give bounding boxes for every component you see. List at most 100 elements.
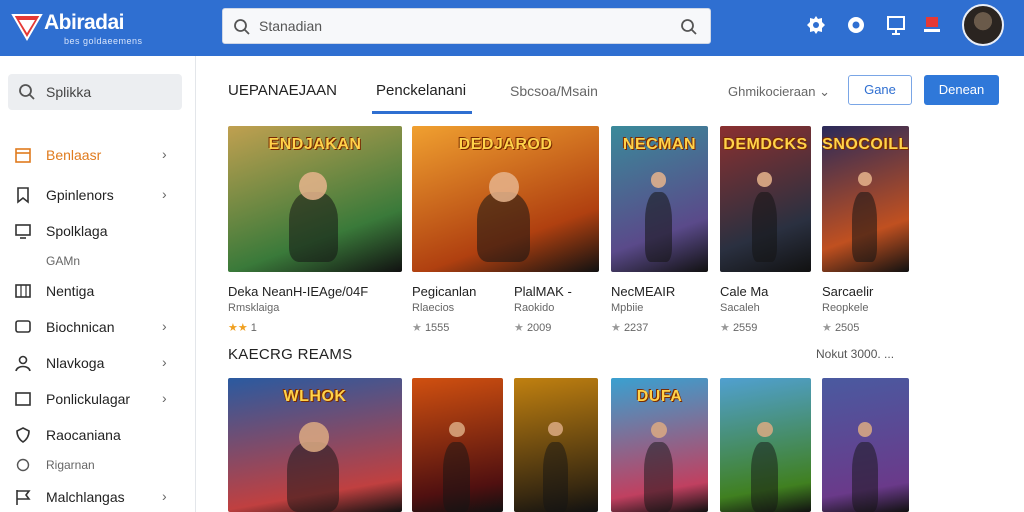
game-rating: ★ 2009 [514,321,551,334]
star-icon: ★ [822,322,832,334]
tab-2[interactable]: Sbcsoa/Msain [510,83,598,99]
character-head [757,422,773,438]
game-card-thumbnail[interactable] [720,378,811,512]
game-title[interactable]: Cale Ma [720,284,768,299]
game-title[interactable]: Deka NeanH-IEAge/04F [228,284,368,299]
chevron-right-icon: › [162,390,167,406]
chevron-right-icon: › [162,146,167,162]
sidebar-item-label: Gpinlenors [46,187,114,203]
game-title[interactable]: Sarcaelir [822,284,873,299]
settings-icon[interactable] [844,13,868,37]
search-submit-icon[interactable] [680,18,698,36]
character-head [488,172,519,202]
sidebar-item-5[interactable]: Nlavkoga › [0,348,190,378]
sidebar-item-7[interactable]: Raocaniana [0,420,190,450]
sidebar-item-label: Ponlickulagar [46,391,131,407]
game-rating: ★ 2237 [611,321,648,334]
character-figure [644,192,673,262]
star-icon: ★ [611,322,621,334]
chevron-right-icon: › [162,186,167,202]
game-card-thumbnail[interactable] [514,378,598,512]
primary-button[interactable]: Denean [924,75,999,105]
sidebar-subitem[interactable]: Rigarnan [46,458,95,472]
sidebar-item-2[interactable]: Spolklaga [0,216,190,246]
search-bar[interactable]: Stanadian [222,8,711,44]
game-card-thumbnail[interactable] [822,378,909,512]
sidebar-item-6[interactable]: Ponlickulagar › [0,384,190,414]
search-icon [234,19,250,35]
app-logo-icon[interactable] [10,9,44,43]
game-rating: ★ 2505 [822,321,859,334]
rating-value: 2505 [834,322,860,334]
notification-icon[interactable] [920,13,944,37]
game-logo: DUFA [636,388,683,405]
avatar[interactable] [962,4,1004,46]
game-card-thumbnail[interactable]: SNOCOILL [822,126,909,272]
character-head [299,422,329,452]
see-all-link[interactable]: Nokut 3000. ... [816,347,894,361]
search-icon [19,84,35,100]
sidebar-subitem[interactable]: GAMn [46,254,80,268]
game-card-thumbnail[interactable]: ENDJAKAN [228,126,402,272]
sidebar-item-8[interactable]: Malchlangas › [0,482,190,512]
app-subtitle: bes goldaeemens [64,36,143,46]
sidebar-item-3[interactable]: Nentiga [0,276,190,306]
section-title: KAECRG REAMS [228,346,353,363]
character-figure [287,442,340,512]
gear-icon[interactable] [804,13,828,37]
character-head [548,422,563,437]
game-title[interactable]: NecMEAIR [611,284,675,299]
tab-0[interactable]: UEPANAEJAAN [228,82,337,99]
character-head [650,172,667,188]
sidebar-item-label: Nlavkoga [46,355,105,371]
character-head [857,172,872,186]
chevron-down-icon: ⌄ [819,84,830,99]
sidebar-search[interactable]: Splikka [8,74,182,110]
game-subtitle: Reopkele [822,302,869,314]
game-subtitle: Sacaleh [720,302,760,314]
sort-label: Ghmikocieraan [728,84,816,99]
sidebar-item-0[interactable]: Benlaasr › [0,140,190,170]
rating-value: 2009 [526,322,552,334]
game-logo: SNOCOILL [822,136,909,153]
tab-1[interactable]: Penckelanani [376,82,466,99]
game-title[interactable]: Pegicanlan [412,284,476,299]
character-head [449,422,465,438]
character-figure [288,192,338,262]
grid-icon [15,284,31,298]
game-subtitle: Rlaecios [412,302,455,314]
sidebar-item-4[interactable]: Biochnican › [0,312,190,342]
sidebar-item-1[interactable]: Gpinlenors › [0,180,190,210]
sort-dropdown[interactable]: Ghmikocieraan ⌄ [728,84,830,100]
game-title[interactable]: PlalMAK - [514,284,572,299]
cast-icon[interactable] [884,13,908,37]
game-subtitle: Mpbiie [611,302,644,314]
sidebar-item-label: Biochnican [46,319,115,335]
monitor-icon [15,224,31,239]
sidebar-item-label: Nentiga [46,283,95,299]
game-card-thumbnail[interactable]: WLHOK [228,378,402,512]
game-logo: NECMAN [622,136,697,153]
secondary-button[interactable]: Gane [848,75,912,105]
game-card-thumbnail[interactable]: NECMAN [611,126,708,272]
game-card-thumbnail[interactable]: DEDJAROD [412,126,599,272]
chevron-right-icon: › [162,488,167,504]
game-rating: ★★ 1 [228,321,257,334]
character-head [299,172,328,200]
search-input[interactable]: Stanadian [259,18,322,34]
rating-value: 2559 [732,322,758,334]
sidebar-item-label: Malchlangas [46,489,125,505]
game-card-thumbnail[interactable] [412,378,503,512]
flag-icon [16,490,31,505]
character-figure [852,192,877,262]
character-figure [542,442,568,512]
character-figure [750,442,779,512]
game-card-thumbnail[interactable]: DEMDCKS [720,126,811,272]
game-logo: DEDJAROD [458,136,553,153]
game-subtitle: Rmsklaiga [228,302,280,314]
character-figure [851,442,878,512]
sidebar-item-label: Raocaniana [46,427,121,443]
star-icon: ★★ [228,322,248,334]
game-card-thumbnail[interactable]: DUFA [611,378,708,512]
top-header: Abiradai bes goldaeemens Stanadian [0,0,1024,56]
